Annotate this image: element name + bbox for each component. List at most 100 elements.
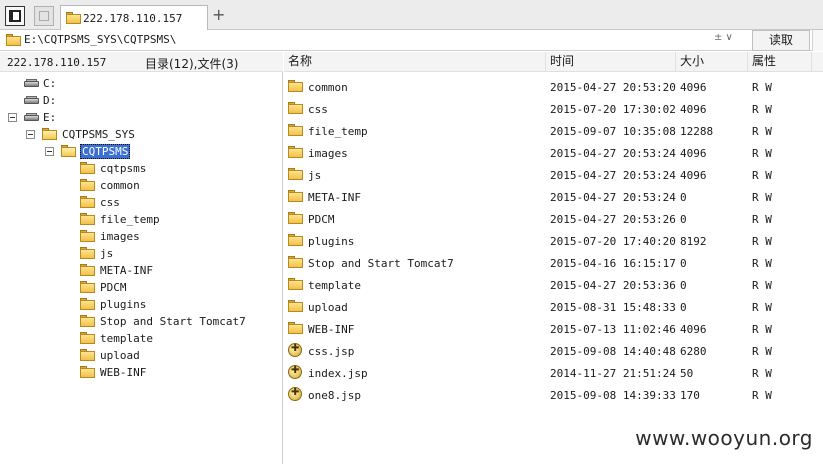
collapse-icon[interactable] [45,147,54,156]
file-row[interactable]: index.jsp 2014-11-27 21:51:24 50 R W [284,362,823,384]
path-input[interactable]: E:\CQTPSMS_SYS\CQTPSMS\ [24,33,176,46]
file-name: css [308,103,328,116]
folder-icon [80,332,95,344]
file-time: 2015-08-31 15:48:33 [550,301,676,314]
file-time: 2015-04-27 20:53:36 [550,279,676,292]
file-attr: R W [752,301,772,314]
tree-node-label: META-INF [100,264,153,277]
folder-icon [288,278,303,290]
tree-node-label: common [100,179,140,192]
file-name: css.jsp [308,345,355,358]
folder-icon [80,179,95,191]
folder-icon [80,264,95,276]
file-name: one8.jsp [308,389,361,402]
folder-icon [288,124,303,136]
file-row[interactable]: META-INF 2015-04-27 20:53:24 0 R W [284,186,823,208]
jsp-file-icon [288,343,302,357]
column-header-time[interactable]: 时间 [546,52,676,72]
file-row[interactable]: one8.jsp 2015-09-08 14:39:33 170 R W [284,384,823,406]
jsp-file-icon [288,365,302,379]
file-time: 2015-04-27 20:53:24 [550,169,676,182]
column-header-attr[interactable]: 属性 [748,52,812,72]
file-row[interactable]: common 2015-04-27 20:53:20 4096 R W [284,76,823,98]
file-row[interactable]: js 2015-04-27 20:53:24 4096 R W [284,164,823,186]
file-attr: R W [752,147,772,160]
tree-node-label: css [100,196,120,209]
file-size: 4096 [680,323,707,336]
collapse-icon[interactable] [8,113,17,122]
file-attr: R W [752,389,772,402]
file-time: 2015-04-27 20:53:24 [550,147,676,160]
file-row[interactable]: file_temp 2015-09-07 10:35:08 12288 R W [284,120,823,142]
address-bar: E:\CQTPSMS_SYS\CQTPSMS\ ± ∨ [0,30,823,51]
file-time: 2014-11-27 21:51:24 [550,367,676,380]
folder-icon [288,234,303,246]
collapse-icon[interactable] [26,130,35,139]
tab-bar: 222.178.110.157 + [0,0,823,30]
file-row[interactable]: PDCM 2015-04-27 20:53:26 0 R W [284,208,823,230]
tree-node-label: plugins [100,298,147,311]
file-name: plugins [308,235,355,248]
file-row[interactable]: css.jsp 2015-09-08 14:40:48 6280 R W [284,340,823,362]
file-row[interactable]: images 2015-04-27 20:53:24 4096 R W [284,142,823,164]
file-size: 4096 [680,169,707,182]
panel-toggle-icon[interactable] [5,6,25,26]
file-name: common [308,81,348,94]
collapse-handle[interactable] [812,30,823,51]
folder-open-icon [61,145,76,157]
drive-icon [24,113,39,122]
file-attr: R W [752,191,772,204]
file-size: 4096 [680,81,707,94]
folder-icon [80,281,95,293]
directory-tree-panel: 222.178.110.157 目录(12),文件(3) C: D: E: CQ… [0,52,283,464]
file-row[interactable]: Stop and Start Tomcat7 2015-04-16 16:15:1… [284,252,823,274]
file-size: 4096 [680,147,707,160]
file-name: template [308,279,361,292]
file-time: 2015-04-27 20:53:26 [550,213,676,226]
file-size: 50 [680,367,694,380]
add-tab-icon[interactable]: + [212,5,225,24]
chevron-down-icon[interactable]: ± ∨ [714,32,750,49]
host-label: 222.178.110.157 [7,56,107,69]
tree-node-label: C: [43,77,57,90]
folder-icon [80,213,95,225]
file-size: 6280 [680,345,707,358]
tab-label: 222.178.110.157 [83,12,183,25]
file-name: index.jsp [308,367,368,380]
folder-icon [288,212,303,224]
file-time: 2015-04-16 16:15:17 [550,257,676,270]
file-name: PDCM [308,213,335,226]
tab-session[interactable]: 222.178.110.157 [60,5,208,30]
file-time: 2015-07-13 11:02:46 [550,323,676,336]
column-header-size[interactable]: 大小 [676,52,748,72]
file-size: 0 [680,191,687,204]
file-row[interactable]: upload 2015-08-31 15:48:33 0 R W [284,296,823,318]
tree-node-label: Stop and Start Tomcat7 [100,315,246,328]
file-row[interactable]: css 2015-07-20 17:30:02 4096 R W [284,98,823,120]
file-size: 12288 [680,125,714,138]
file-row[interactable]: WEB-INF 2015-07-13 11:02:46 4096 R W [284,318,823,340]
tree-node-label: WEB-INF [100,366,147,379]
column-header-name[interactable]: 名称 [284,52,546,72]
file-row[interactable]: plugins 2015-07-20 17:40:20 8192 R W [284,230,823,252]
file-attr: R W [752,367,772,380]
file-name: WEB-INF [308,323,355,336]
folder-icon [288,146,303,158]
tree-header: 222.178.110.157 目录(12),文件(3) [0,52,283,72]
tree-node-label: CQTPSMS [80,144,131,159]
folder-icon [80,196,95,208]
drive-icon [24,79,39,88]
file-list-panel: 名称 时间 大小 属性 common 2015-04-27 20:53:20 409… [284,52,823,464]
file-name: js [308,169,322,182]
folder-icon [288,300,303,312]
window-icon[interactable] [34,6,54,26]
file-attr: R W [752,213,772,226]
folder-icon [288,80,303,92]
watermark: www.wooyun.org [635,426,813,450]
file-attr: R W [752,279,772,292]
read-button[interactable]: 读取 [752,30,810,51]
file-attr: R W [752,235,772,248]
file-row[interactable]: template 2015-04-27 20:53:36 0 R W [284,274,823,296]
column-header-filler [812,52,823,72]
file-attr: R W [752,81,772,94]
